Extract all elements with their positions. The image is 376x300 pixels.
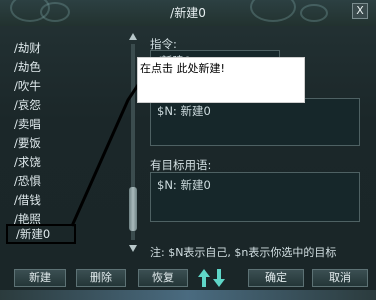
restore-button[interactable]: 恢复 (138, 269, 188, 287)
new-button[interactable]: 新建 (14, 269, 66, 287)
has-target-text-area[interactable]: $N: 新建0 (150, 172, 360, 222)
help-note: 注: $N表示自己, $n表示你选中的目标 (150, 246, 337, 259)
emote-editor-window: /新建0 X /劫财 /劫色 /吹牛 /哀怨 /卖唱 /要饭 /求饶 /恐惧 /… (0, 0, 376, 300)
hint-popup: 在点击 此处新建! (137, 57, 305, 103)
ok-button[interactable]: 确定 (248, 269, 304, 287)
move-up-arrow-icon[interactable] (197, 268, 211, 288)
cancel-button[interactable]: 取消 (312, 269, 368, 287)
delete-button[interactable]: 删除 (76, 269, 126, 287)
no-target-text-area[interactable]: $N: 新建0 (150, 98, 360, 146)
move-down-arrow-icon[interactable] (212, 268, 226, 288)
bottom-border (0, 290, 376, 300)
has-target-label: 有目标用语: (150, 158, 212, 172)
